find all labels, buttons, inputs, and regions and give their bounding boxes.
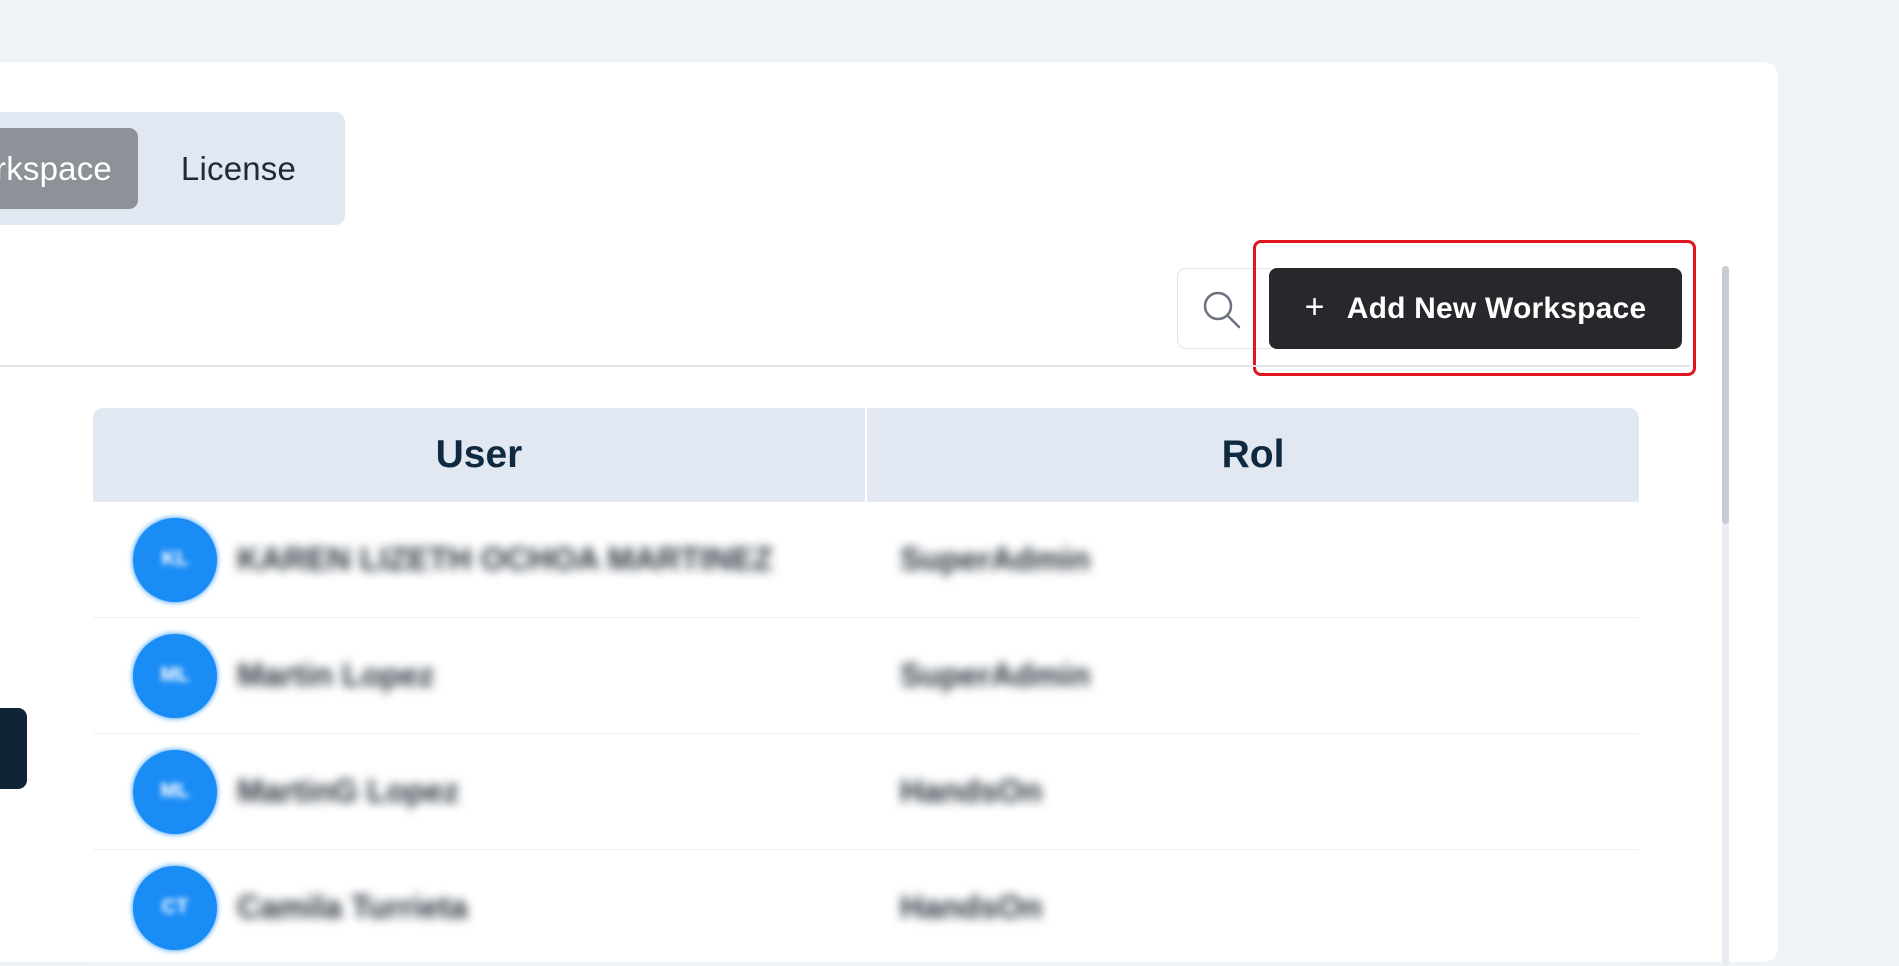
- tab-workspace[interactable]: Workspace: [0, 128, 138, 209]
- table-row[interactable]: ML MartinG Lopez HandsOn: [93, 734, 1639, 850]
- scrollbar-thumb[interactable]: [1722, 266, 1729, 524]
- role-cell: HandsOn: [867, 889, 1639, 926]
- user-role: SuperAdmin: [900, 657, 1091, 693]
- add-new-workspace-label: Add New Workspace: [1346, 291, 1647, 325]
- tab-workspace-label: Workspace: [0, 149, 112, 187]
- role-cell: SuperAdmin: [867, 541, 1639, 578]
- user-name: Martin Lopez: [237, 657, 435, 693]
- divider: [0, 365, 1690, 367]
- tab-license[interactable]: License: [138, 128, 345, 209]
- column-header-user[interactable]: User: [93, 408, 867, 502]
- user-cell: KL KAREN LIZETH OCHOA MARTINEZ: [93, 517, 867, 602]
- role-cell: HandsOn: [867, 773, 1639, 810]
- avatar-initials: KL: [133, 517, 217, 602]
- role-cell: SuperAdmin: [867, 657, 1639, 694]
- user-cell: CT Camila Turrieta: [93, 865, 867, 950]
- column-header-rol[interactable]: Rol: [867, 408, 1639, 502]
- side-button[interactable]: [0, 708, 27, 789]
- table-row[interactable]: KL KAREN LIZETH OCHOA MARTINEZ SuperAdmi…: [93, 502, 1639, 618]
- avatar: KL: [133, 517, 217, 602]
- table-row[interactable]: ML Martin Lopez SuperAdmin: [93, 618, 1639, 734]
- user-cell: ML Martin Lopez: [93, 633, 867, 718]
- user-name: Camila Turrieta: [237, 889, 468, 925]
- avatar: CT: [133, 865, 217, 950]
- tab-license-label: License: [180, 149, 297, 187]
- user-cell: ML MartinG Lopez: [93, 749, 867, 834]
- avatar-initials: ML: [133, 749, 217, 834]
- add-new-workspace-button[interactable]: + Add New Workspace: [1269, 268, 1682, 349]
- tab-switcher: Workspace License: [0, 112, 345, 225]
- table-row[interactable]: CT Camila Turrieta HandsOn: [93, 850, 1639, 966]
- user-name: KAREN LIZETH OCHOA MARTINEZ: [237, 541, 773, 577]
- plus-icon: +: [1304, 287, 1325, 326]
- search-button[interactable]: [1177, 268, 1277, 349]
- avatar: ML: [133, 633, 217, 718]
- avatar: ML: [133, 749, 217, 834]
- search-icon: [1203, 291, 1241, 329]
- user-role: HandsOn: [900, 889, 1043, 925]
- user-name: MartinG Lopez: [237, 773, 460, 809]
- users-table: User Rol KL KAREN LIZETH OCHOA MARTINEZ …: [93, 408, 1639, 966]
- user-role: SuperAdmin: [900, 541, 1091, 577]
- table-header: User Rol: [93, 408, 1639, 502]
- avatar-initials: CT: [133, 865, 217, 950]
- user-role: HandsOn: [900, 773, 1043, 809]
- avatar-initials: ML: [133, 633, 217, 718]
